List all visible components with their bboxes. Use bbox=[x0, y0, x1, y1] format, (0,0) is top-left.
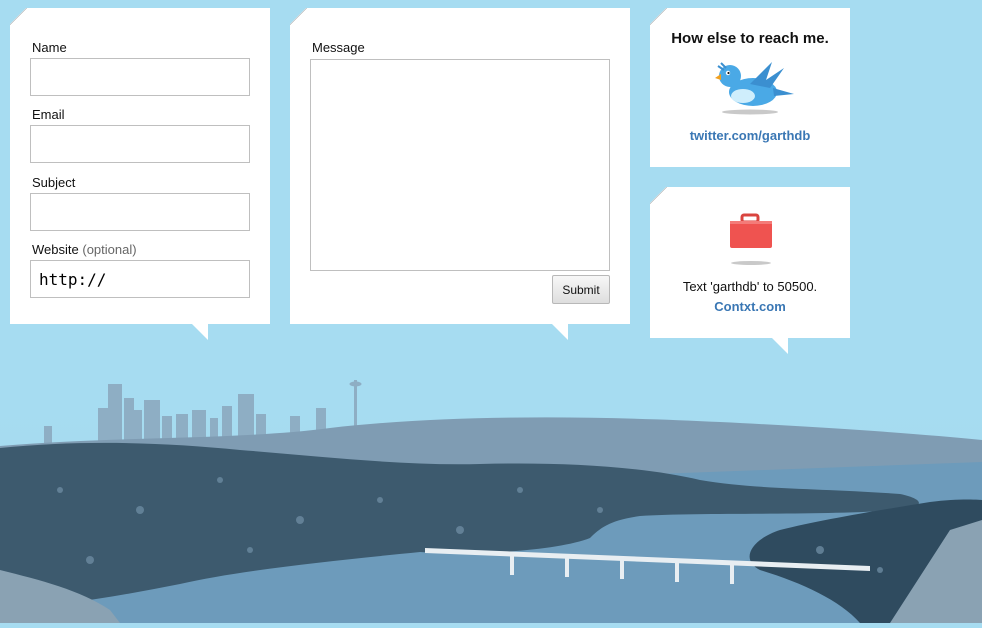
website-label: Website (optional) bbox=[32, 242, 137, 257]
subject-input[interactable] bbox=[30, 193, 250, 231]
submit-button[interactable]: Submit bbox=[552, 275, 610, 304]
card-tail bbox=[772, 338, 788, 354]
contxt-instruction-text: Text 'garthdb' to 50500. bbox=[682, 279, 818, 294]
email-input[interactable] bbox=[30, 125, 250, 163]
website-optional-text: (optional) bbox=[82, 242, 137, 257]
card-tail bbox=[192, 324, 208, 340]
red-briefcase-icon bbox=[728, 213, 774, 267]
message-card: Message Submit bbox=[290, 8, 630, 324]
name-label: Name bbox=[32, 40, 67, 55]
message-textarea[interactable] bbox=[310, 59, 610, 271]
name-input[interactable] bbox=[30, 58, 250, 96]
card-tail bbox=[552, 324, 568, 340]
corner-fold-line bbox=[650, 187, 667, 204]
corner-fold-line bbox=[10, 8, 27, 25]
subject-label: Subject bbox=[32, 175, 76, 190]
corner-fold-line bbox=[290, 8, 307, 25]
seattle-landscape-illustration bbox=[0, 370, 982, 623]
reach-me-heading: How else to reach me. bbox=[671, 30, 829, 47]
message-label: Message bbox=[312, 40, 365, 55]
website-input[interactable] bbox=[30, 260, 250, 298]
contact-fields-card: Name Email Subject Website (optional) bbox=[10, 8, 270, 324]
twitter-card: How else to reach me. twitter.com/garthd… bbox=[650, 8, 850, 167]
contxt-link[interactable]: Contxt.com bbox=[650, 299, 850, 314]
contxt-card: Text 'garthdb' to 50500. Contxt.com bbox=[650, 187, 850, 338]
twitter-link[interactable]: twitter.com/garthdb bbox=[650, 128, 850, 143]
website-label-text: Website bbox=[32, 242, 79, 257]
twitter-bird-icon[interactable] bbox=[710, 58, 794, 116]
email-label: Email bbox=[32, 107, 65, 122]
corner-fold-line bbox=[650, 8, 667, 25]
